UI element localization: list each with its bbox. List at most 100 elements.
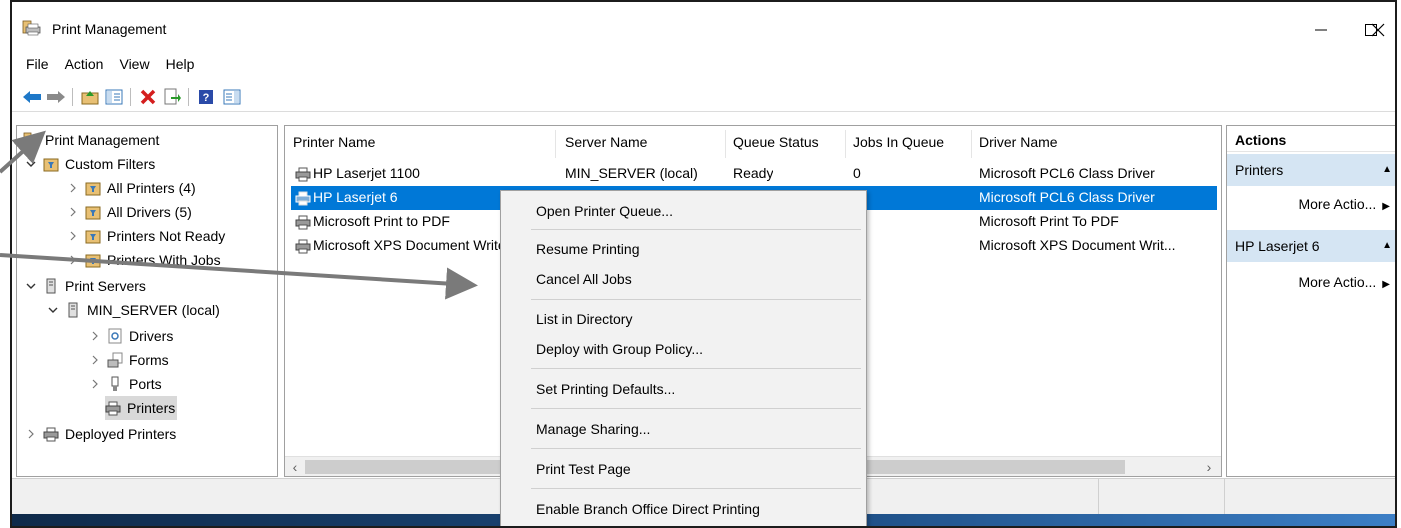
driver-name: Microsoft XPS Document Writ...	[979, 237, 1176, 253]
chevron-right-icon[interactable]	[67, 182, 79, 194]
chevron-down-icon[interactable]	[25, 158, 37, 170]
chevron-right-icon[interactable]	[67, 230, 79, 242]
tree-item-label: Deployed Printers	[65, 426, 177, 442]
printer-name: HP Laserjet 1100	[313, 165, 420, 181]
actions-section-hp-laserjet-6[interactable]: HP Laserjet 6 ▲	[1227, 230, 1395, 262]
filter-icon	[85, 204, 101, 220]
svg-text:?: ?	[203, 92, 210, 104]
menu-file[interactable]: File	[18, 54, 57, 80]
menu-view[interactable]: View	[111, 54, 157, 80]
column-separator[interactable]	[555, 130, 556, 158]
chevron-right-icon[interactable]	[25, 428, 37, 440]
collapse-up-icon[interactable]: ▲	[1382, 164, 1392, 175]
queue-status: Ready	[733, 165, 774, 181]
tree-item-printers-with-jobs[interactable]: Printers With Jobs	[67, 248, 221, 272]
show-hide-action-pane-icon[interactable]	[222, 88, 242, 106]
tree-item-label: Print Servers	[65, 278, 146, 294]
up-folder-icon[interactable]	[80, 88, 100, 106]
export-list-icon[interactable]	[162, 88, 182, 106]
ports-icon	[107, 376, 123, 392]
tree-item-all-drivers[interactable]: All Drivers (5)	[67, 200, 192, 224]
printer-icon	[105, 400, 121, 416]
jobs-in-queue: 0	[853, 165, 861, 181]
tree-item-deployed-printers[interactable]: Deployed Printers	[25, 422, 176, 446]
status-divider	[1098, 479, 1099, 515]
window-title: Print Management	[52, 21, 167, 37]
tree-item-drivers[interactable]: Drivers	[89, 324, 173, 348]
menu-action[interactable]: Action	[57, 54, 112, 80]
column-header-driver-name[interactable]: Driver Name	[979, 134, 1058, 154]
menu-item-print-test-page[interactable]: Print Test Page	[536, 461, 631, 477]
menu-separator	[531, 368, 861, 369]
toolbar-separator	[188, 88, 189, 106]
tree-item-ports[interactable]: Ports	[89, 372, 162, 396]
menu-item-open-printer-queue[interactable]: Open Printer Queue...	[536, 203, 673, 219]
forms-icon	[107, 352, 123, 368]
chevron-right-icon[interactable]	[67, 206, 79, 218]
tree-item-label: All Drivers (5)	[107, 204, 192, 220]
tree-item-print-management[interactable]: Print Management	[23, 128, 159, 152]
more-actions-link[interactable]: More Actio... ▶	[1298, 274, 1390, 290]
menu-separator	[531, 299, 861, 300]
printer-icon	[43, 426, 59, 442]
chevron-right-icon[interactable]	[89, 378, 101, 390]
collapse-up-icon[interactable]: ▲	[1382, 240, 1392, 251]
more-actions-link[interactable]: More Actio... ▶	[1298, 196, 1390, 212]
show-hide-tree-icon[interactable]	[104, 88, 124, 106]
menu-help[interactable]: Help	[158, 54, 203, 80]
column-separator[interactable]	[725, 130, 726, 158]
submenu-arrow-icon: ▶	[1382, 201, 1390, 212]
filter-icon	[85, 228, 101, 244]
close-icon[interactable]	[1362, 16, 1394, 44]
tree-item-forms[interactable]: Forms	[89, 348, 169, 372]
chevron-down-icon[interactable]	[25, 280, 37, 292]
menu-bar: File Action View Help	[12, 54, 1395, 80]
filter-folder-icon	[43, 156, 59, 172]
column-separator[interactable]	[845, 130, 846, 158]
tree-item-printers-not-ready[interactable]: Printers Not Ready	[67, 224, 225, 248]
tree-item-label: Forms	[129, 352, 169, 368]
driver-name: Microsoft PCL6 Class Driver	[979, 189, 1155, 205]
tree-item-min-server[interactable]: MIN_SERVER (local)	[47, 298, 220, 322]
menu-item-deploy-group-policy[interactable]: Deploy with Group Policy...	[536, 341, 703, 357]
chevron-right-icon[interactable]	[89, 330, 101, 342]
minimize-icon[interactable]	[1305, 16, 1337, 44]
column-separator[interactable]	[971, 130, 972, 158]
actions-section-printers[interactable]: Printers ▲	[1227, 154, 1395, 186]
chevron-down-icon[interactable]	[47, 304, 59, 316]
menu-item-cancel-all-jobs[interactable]: Cancel All Jobs	[536, 271, 632, 287]
chevron-right-icon[interactable]	[89, 354, 101, 366]
menu-item-enable-branch-office-direct-printing[interactable]: Enable Branch Office Direct Printing	[536, 501, 760, 517]
tree-item-all-printers[interactable]: All Printers (4)	[67, 176, 196, 200]
title-bar: Print Management	[12, 2, 1395, 52]
column-header-server-name[interactable]: Server Name	[565, 134, 647, 154]
back-arrow-icon[interactable]	[22, 88, 42, 106]
table-row[interactable]: HP Laserjet 1100 MIN_SERVER (local) Read…	[291, 162, 1217, 186]
column-header-jobs-in-queue[interactable]: Jobs In Queue	[853, 134, 944, 154]
print-management-icon	[23, 132, 39, 148]
chevron-right-icon[interactable]	[67, 254, 79, 266]
status-divider	[1224, 479, 1225, 515]
menu-item-manage-sharing[interactable]: Manage Sharing...	[536, 421, 650, 437]
column-header-printer-name[interactable]: Printer Name	[293, 134, 375, 154]
menu-item-list-in-directory[interactable]: List in Directory	[536, 311, 632, 327]
menu-item-resume-printing[interactable]: Resume Printing	[536, 241, 640, 257]
tree-item-print-servers[interactable]: Print Servers	[25, 274, 146, 298]
delete-icon[interactable]	[138, 88, 158, 106]
print-management-window: Print Management File Action View Help ?…	[10, 0, 1397, 528]
forward-arrow-icon[interactable]	[46, 88, 66, 106]
scroll-right-icon[interactable]: ›	[1201, 459, 1217, 475]
print-management-icon	[22, 20, 42, 36]
tree-item-custom-filters[interactable]: Custom Filters	[25, 152, 155, 176]
tree-item-label: Printers	[127, 400, 176, 416]
help-icon[interactable]: ?	[196, 88, 216, 106]
column-header-queue-status[interactable]: Queue Status	[733, 134, 819, 154]
printer-icon	[295, 190, 311, 206]
tree-item-printers[interactable]: Printers	[105, 396, 178, 420]
scroll-left-icon[interactable]: ‹	[287, 459, 303, 475]
menu-item-set-printing-defaults[interactable]: Set Printing Defaults...	[536, 381, 675, 397]
driver-name: Microsoft PCL6 Class Driver	[979, 165, 1155, 181]
console-tree: Print Management Custom Filters All Prin…	[16, 125, 278, 477]
tree-item-label: Ports	[129, 376, 162, 392]
menu-separator	[531, 408, 861, 409]
